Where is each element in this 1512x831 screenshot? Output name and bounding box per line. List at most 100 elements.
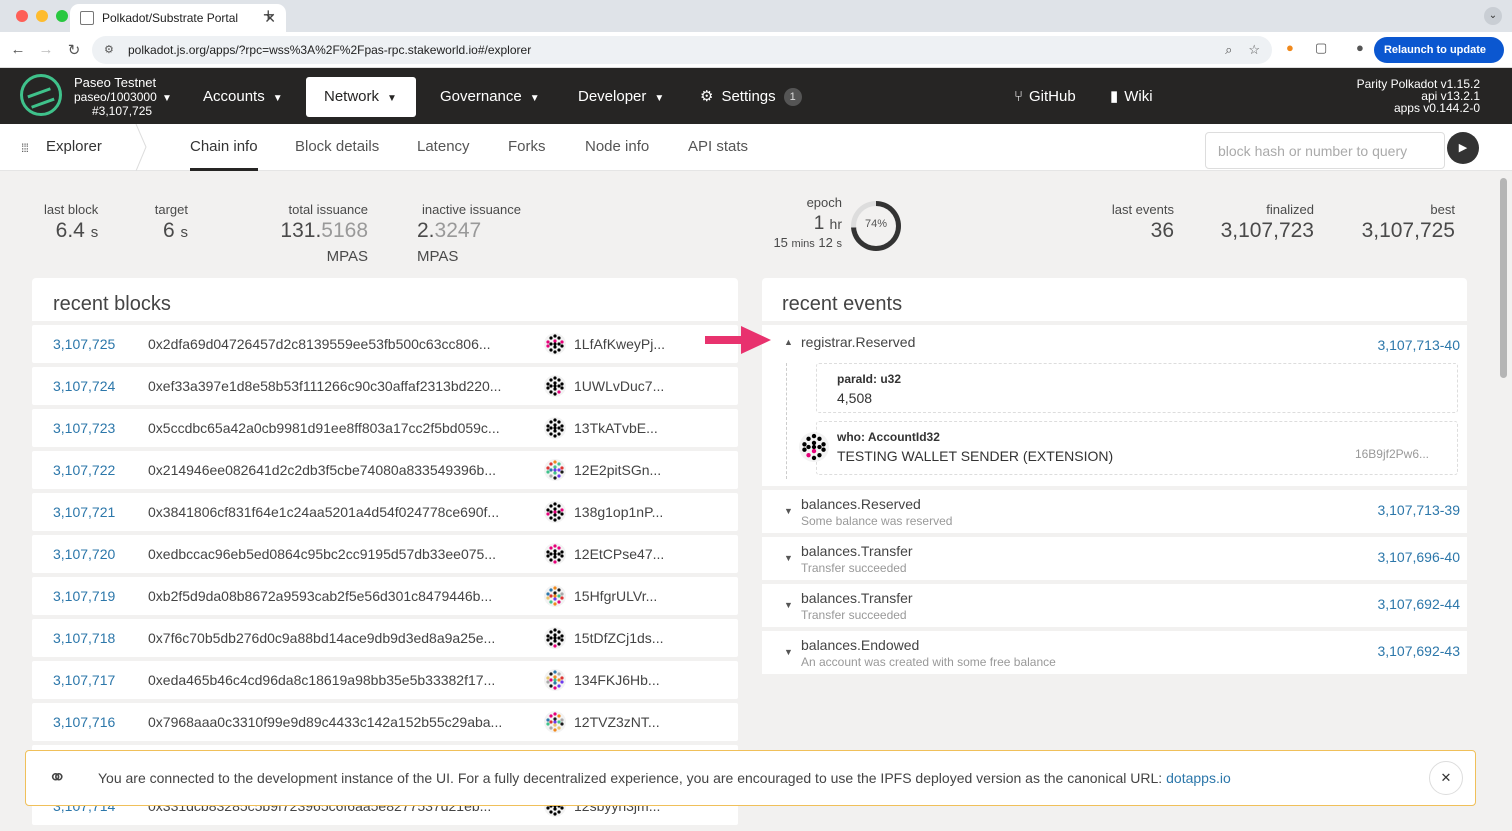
chevron-down-icon[interactable]: ▼ xyxy=(784,506,793,516)
book-icon: ▮ xyxy=(1110,88,1119,105)
site-settings-icon[interactable]: ⚙ xyxy=(104,43,118,57)
nav-wiki[interactable]: ▮ Wiki xyxy=(1092,77,1171,117)
chevron-down-icon[interactable]: ▼ xyxy=(784,553,793,563)
zoom-icon[interactable]: ⌕ xyxy=(1225,42,1232,58)
block-number-link[interactable]: 3,107,723 xyxy=(32,420,148,436)
identicon-icon[interactable] xyxy=(544,543,566,565)
dotapps-link[interactable]: dotapps.io xyxy=(1166,770,1231,786)
event-ref-link[interactable]: 3,107,692-43 xyxy=(1377,643,1460,659)
block-number-link[interactable]: 3,107,719 xyxy=(32,588,148,604)
event-expanded[interactable]: ▲ registrar.Reserved 3,107,713-40 paraId… xyxy=(762,325,1467,486)
new-tab-button[interactable]: + xyxy=(263,5,274,26)
block-query-input[interactable] xyxy=(1205,132,1445,169)
block-author[interactable]: 12EtCPse47... xyxy=(574,546,664,562)
identicon-icon[interactable] xyxy=(544,669,566,691)
close-window-button[interactable] xyxy=(16,10,28,22)
identicon-icon[interactable] xyxy=(544,501,566,523)
nav-developer[interactable]: Developer ▼ xyxy=(560,77,682,117)
event-ref-link[interactable]: 3,107,696-40 xyxy=(1377,549,1460,565)
block-author[interactable]: 12E2pitSGn... xyxy=(574,462,661,478)
chain-selector[interactable]: Paseo Testnet paseo/1003000 #3,107,725 ▼ xyxy=(74,76,172,119)
block-author[interactable]: 134FKJ6Hb... xyxy=(574,672,660,688)
extension-icon[interactable]: ● xyxy=(1286,40,1294,55)
event-ref-link[interactable]: 3,107,713-39 xyxy=(1377,502,1460,518)
block-number-link[interactable]: 3,107,724 xyxy=(32,378,148,394)
stat-total-issuance: total issuance 131.5168 MPAS xyxy=(236,202,368,267)
tab-latency[interactable]: Latency xyxy=(417,138,470,155)
app-header: Paseo Testnet paseo/1003000 #3,107,725 ▼… xyxy=(0,68,1512,124)
browser-tab[interactable]: Polkadot/Substrate Portal ✕ xyxy=(70,4,286,32)
polkadot-logo-icon[interactable] xyxy=(20,74,62,116)
stat-finalized: finalized 3,107,723 xyxy=(1218,202,1314,243)
block-author[interactable]: 138g1op1nP... xyxy=(574,504,663,520)
nav-github[interactable]: ⑂ GitHub xyxy=(996,77,1094,117)
gear-icon: ⚙ xyxy=(700,88,714,105)
identicon-icon[interactable] xyxy=(544,585,566,607)
tab-node-info[interactable]: Node info xyxy=(585,138,649,155)
event-item[interactable]: ▼ balances.Reserved Some balance was reser… xyxy=(762,490,1467,533)
chevron-up-icon[interactable]: ▲ xyxy=(784,337,793,347)
block-author[interactable]: 1UWLvDuc7... xyxy=(574,378,664,394)
tab-api-stats[interactable]: API stats xyxy=(688,138,748,155)
scrollbar-thumb[interactable] xyxy=(1500,178,1507,378)
identicon-icon[interactable] xyxy=(544,459,566,481)
stat-last-events: last events 36 xyxy=(1106,202,1174,243)
event-item[interactable]: ▼ balances.Transfer Transfer succeeded 3,10… xyxy=(762,584,1467,627)
block-author[interactable]: 15HfgrULVr... xyxy=(574,588,657,604)
back-icon[interactable]: ← xyxy=(4,41,32,58)
block-author[interactable]: 12TVZ3zNT... xyxy=(574,714,660,730)
event-ref-link[interactable]: 3,107,713-40 xyxy=(1377,337,1460,353)
event-item[interactable]: ▼ balances.Endowed An account was created … xyxy=(762,631,1467,674)
block-hash: 0x214946ee082641d2c2db3f5cbe74080a833549… xyxy=(148,462,497,478)
extensions-puzzle-icon[interactable]: ▢ xyxy=(1315,40,1327,56)
event-item[interactable]: ▼ balances.Transfer Transfer succeeded 3,10… xyxy=(762,537,1467,580)
chevron-down-icon[interactable]: ▼ xyxy=(784,600,793,610)
tab-search-icon[interactable]: ⌄ xyxy=(1484,7,1502,25)
stat-unit: s xyxy=(180,224,189,241)
table-row: 3,107,722 0x214946ee082641d2c2db3f5cbe740… xyxy=(32,451,738,489)
identicon-icon[interactable] xyxy=(544,417,566,439)
tab-block-details[interactable]: Block details xyxy=(295,138,379,155)
page-scrollbar[interactable] xyxy=(1500,172,1508,831)
tab-chain-info[interactable]: Chain info xyxy=(180,138,268,171)
block-author[interactable]: 1LfAfKweyPj... xyxy=(574,336,665,352)
block-number-link[interactable]: 3,107,721 xyxy=(32,504,148,520)
block-number-link[interactable]: 3,107,725 xyxy=(32,336,148,352)
block-number-link[interactable]: 3,107,722 xyxy=(32,462,148,478)
identicon-icon[interactable] xyxy=(544,627,566,649)
play-icon[interactable]: ▶ xyxy=(1447,132,1479,164)
nav-governance[interactable]: Governance ▼ xyxy=(422,77,558,117)
identicon-icon[interactable] xyxy=(544,711,566,733)
address-bar[interactable]: ⚙ polkadot.js.org/apps/?rpc=wss%3A%2F%2F… xyxy=(92,36,1272,64)
block-number-link[interactable]: 3,107,718 xyxy=(32,630,148,646)
block-number-link[interactable]: 3,107,717 xyxy=(32,672,148,688)
zoom-window-button[interactable] xyxy=(56,10,68,22)
bookmark-star-icon[interactable]: ☆ xyxy=(1248,42,1260,58)
relaunch-button[interactable]: Relaunch to update xyxy=(1373,37,1504,63)
identicon-icon[interactable] xyxy=(544,375,566,397)
chain-spec: paseo/1003000 xyxy=(74,90,157,104)
reload-icon[interactable]: ↻ xyxy=(60,41,88,59)
param-address[interactable]: 16B9jf2Pw6... xyxy=(1355,447,1429,461)
forward-icon[interactable]: → xyxy=(32,41,60,58)
event-param-who: who: AccountId32 TESTING WALLET SENDER (… xyxy=(799,421,1458,475)
nav-accounts[interactable]: Accounts ▼ xyxy=(185,77,301,117)
recent-blocks-title: recent blocks xyxy=(53,293,171,315)
minimize-window-button[interactable] xyxy=(36,10,48,22)
identicon-icon[interactable] xyxy=(799,432,829,462)
url-text[interactable]: polkadot.js.org/apps/?rpc=wss%3A%2F%2Fpa… xyxy=(128,43,1209,57)
tab-forks[interactable]: Forks xyxy=(508,138,546,155)
nav-settings[interactable]: ⚙ Settings 1 xyxy=(682,77,820,117)
close-icon[interactable]: ✕ xyxy=(1429,761,1463,795)
stat-unit: MPAS xyxy=(326,248,368,265)
param-guide-line xyxy=(786,363,787,479)
block-author[interactable]: 13TkATvbE... xyxy=(574,420,658,436)
chevron-down-icon[interactable]: ▼ xyxy=(784,647,793,657)
block-author[interactable]: 15tDfZCj1ds... xyxy=(574,630,663,646)
profile-icon[interactable]: ● xyxy=(1356,40,1364,55)
block-number-link[interactable]: 3,107,716 xyxy=(32,714,148,730)
block-number-link[interactable]: 3,107,720 xyxy=(32,546,148,562)
nav-network[interactable]: Network ▼ xyxy=(306,77,416,117)
identicon-icon[interactable] xyxy=(544,333,566,355)
event-ref-link[interactable]: 3,107,692-44 xyxy=(1377,596,1460,612)
